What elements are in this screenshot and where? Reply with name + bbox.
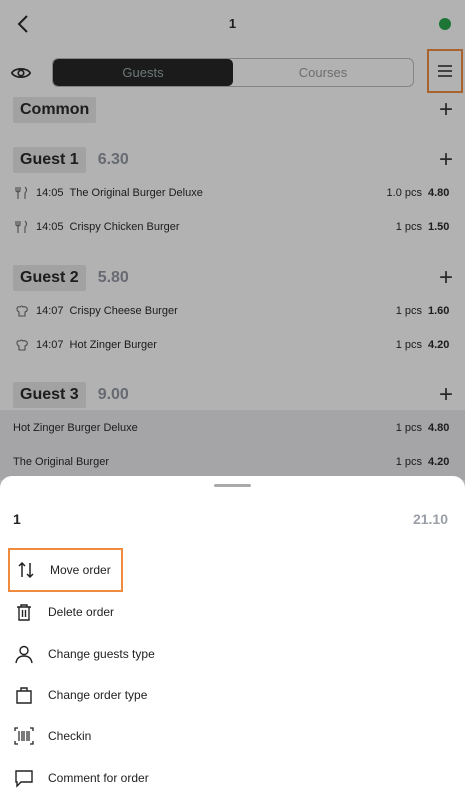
comment-for-order-button[interactable]: Comment for order	[8, 758, 149, 798]
barcode-scan-icon	[13, 725, 35, 747]
swap-vertical-icon	[15, 559, 37, 581]
comment-icon	[13, 767, 35, 789]
change-order-type-button[interactable]: Change order type	[8, 675, 147, 715]
action-label: Checkin	[48, 729, 92, 743]
checkin-button[interactable]: Checkin	[8, 716, 91, 756]
order-actions-sheet: 1 21.10 Move order Delete order Change g…	[0, 476, 465, 811]
sheet-title: 1	[13, 511, 21, 527]
change-guests-type-button[interactable]: Change guests type	[8, 634, 155, 674]
delete-order-button[interactable]: Delete order	[8, 592, 114, 632]
sheet-total: 21.10	[412, 511, 448, 527]
action-label: Comment for order	[48, 771, 149, 785]
action-label: Move order	[50, 563, 111, 577]
bag-icon	[13, 684, 35, 706]
action-label: Delete order	[48, 605, 115, 619]
move-order-button[interactable]: Move order	[8, 548, 123, 592]
action-label: Change order type	[48, 688, 148, 702]
person-icon	[13, 643, 35, 665]
trash-icon	[13, 601, 35, 623]
sheet-drag-handle[interactable]	[214, 484, 251, 487]
action-label: Change guests type	[48, 647, 155, 661]
